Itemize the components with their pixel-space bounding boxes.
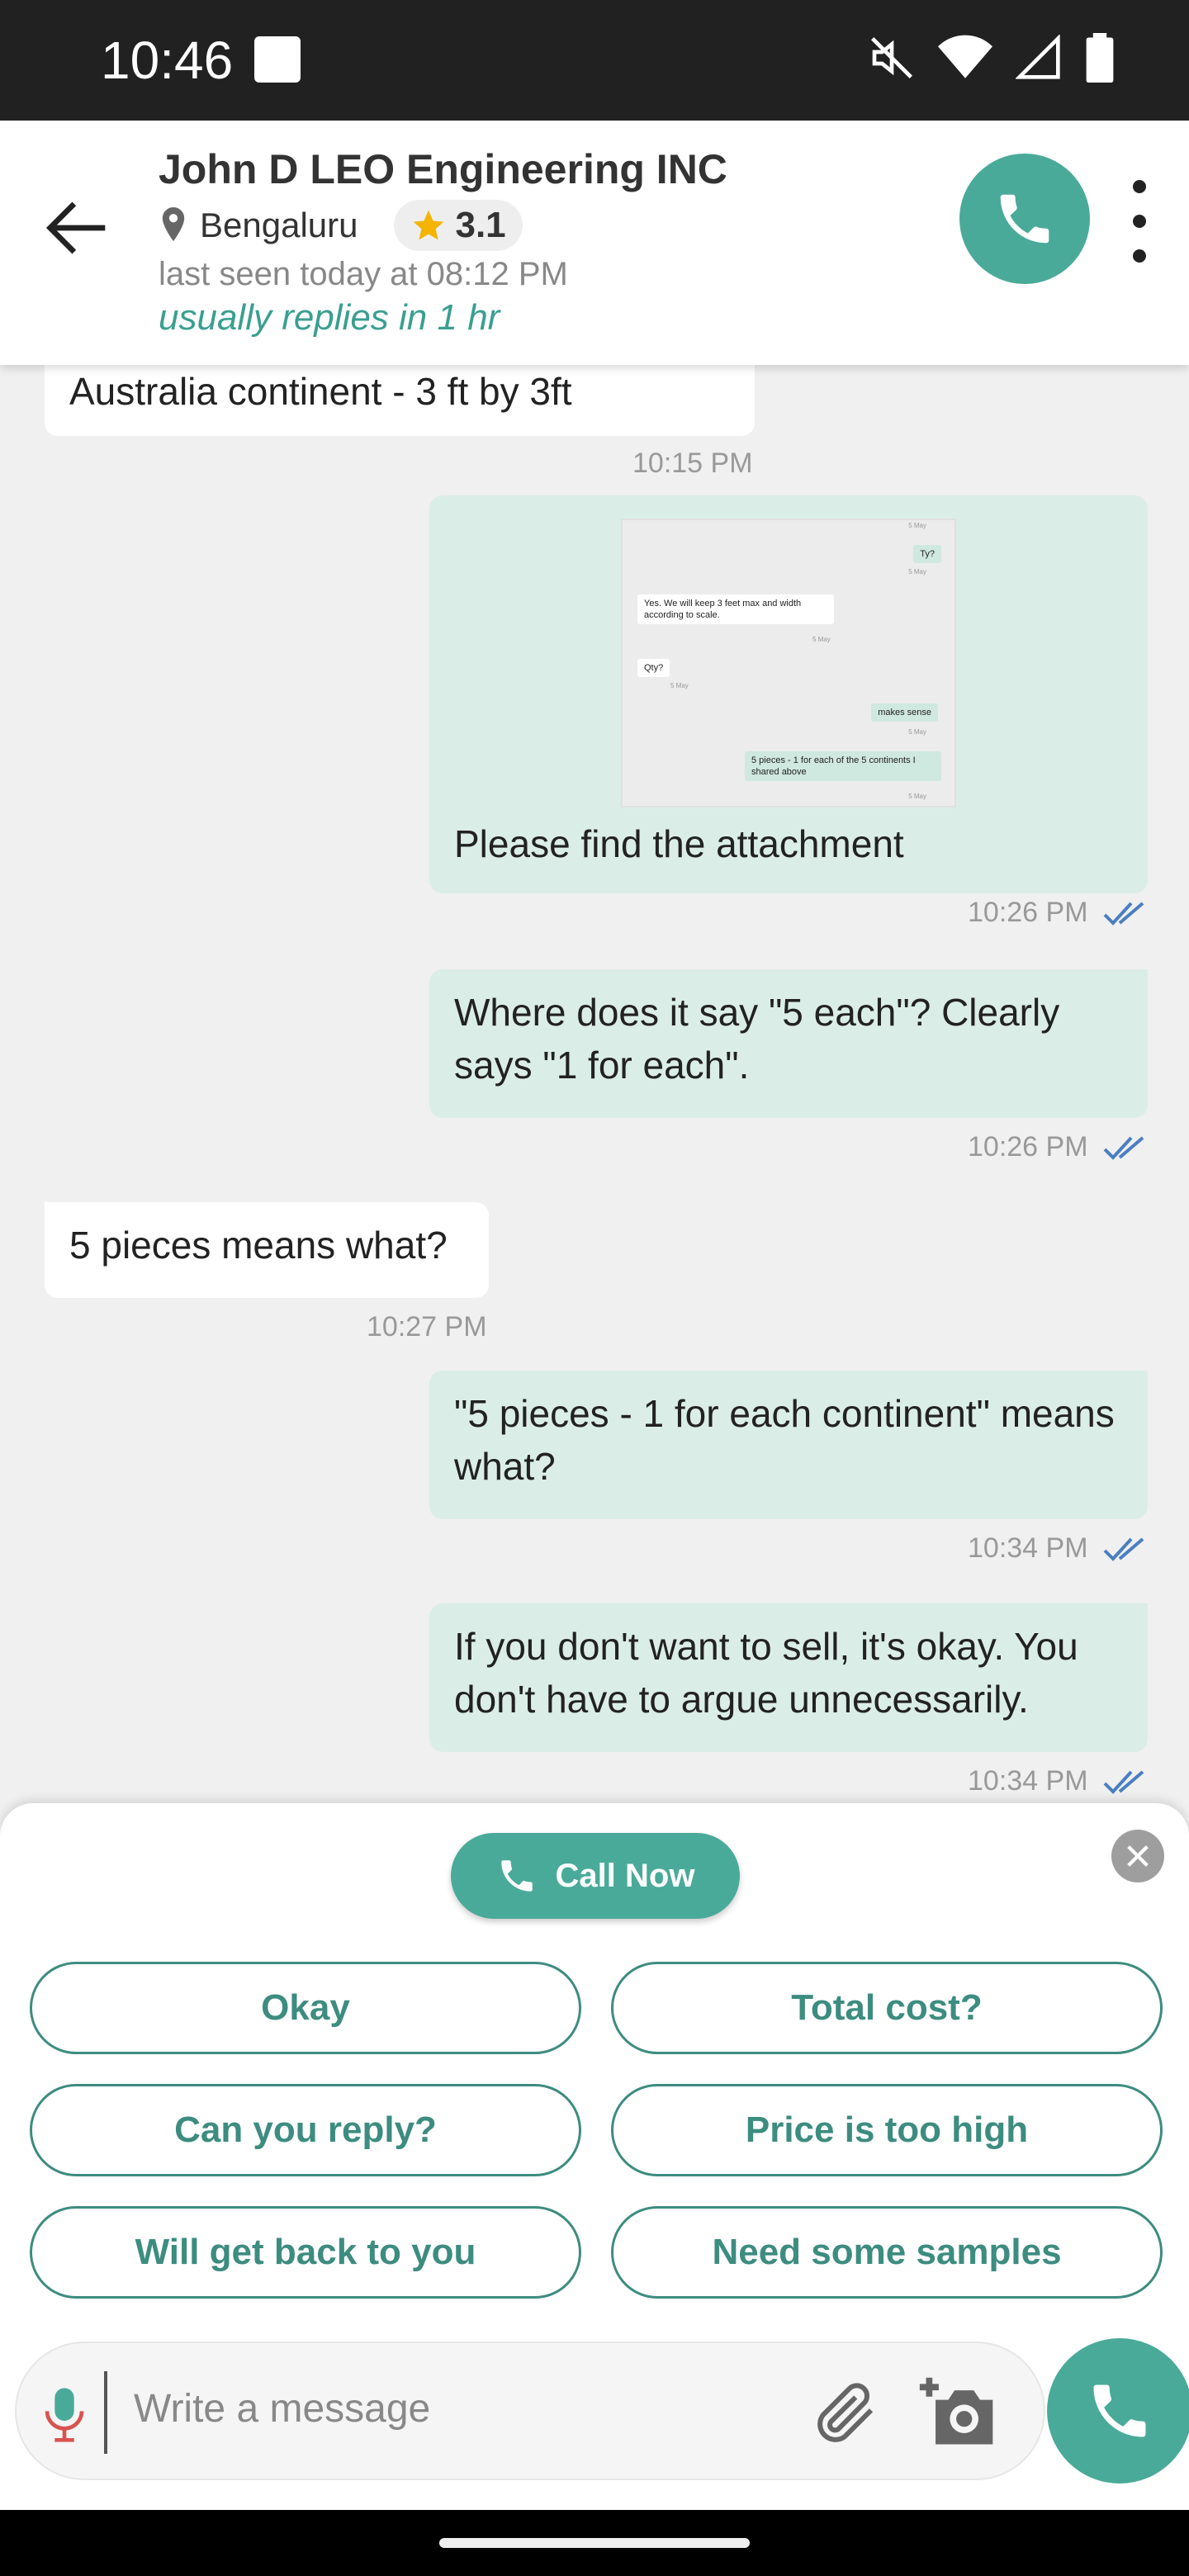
phone-icon [1093, 2384, 1146, 2437]
message-bubble[interactable]: Where does it say "5 each"? Clearly says… [429, 969, 1148, 1118]
quick-reply-chip[interactable]: Price is too high [611, 2084, 1163, 2176]
more-vert-icon[interactable] [1125, 180, 1154, 263]
read-ticks-icon [1103, 1136, 1144, 1160]
phone-icon [1000, 194, 1049, 244]
call-now-label: Call Now [555, 1857, 695, 1894]
message-bubble[interactable]: 5 pieces means what? [45, 1202, 489, 1298]
system-nav-bar [0, 2510, 1189, 2576]
message-bubble[interactable]: If you don't want to sell, it's okay. Yo… [429, 1603, 1148, 1752]
paperclip-icon[interactable] [809, 2376, 883, 2451]
thumb-time: 5 May [908, 568, 926, 575]
message-time: 10:26 PM [968, 897, 1088, 928]
thumb-message: Yes. We will keep 3 feet max and width a… [637, 594, 834, 624]
thumb-message: 5 pieces - 1 for each of the 5 continent… [745, 751, 941, 781]
message-text: Please find the attachment [454, 822, 904, 865]
message-text: Australia continent - 3 ft by 3ft [69, 370, 572, 413]
status-bar: 10:46 [0, 0, 1189, 121]
battery-icon [1086, 33, 1114, 83]
contact-name[interactable]: John D LEO Engineering INC [159, 145, 727, 193]
thumb-time: 5 May [908, 522, 926, 529]
message-text: 5 pieces means what? [69, 1224, 448, 1267]
status-time: 10:46 [101, 31, 234, 90]
call-now-button[interactable]: Call Now [451, 1833, 740, 1919]
read-ticks-icon [1103, 1770, 1144, 1794]
header-call-button[interactable] [959, 154, 1090, 284]
thumb-message: Ty? [913, 545, 941, 563]
message-input[interactable]: Write a message [134, 2386, 430, 2432]
message-text: "5 pieces - 1 for each continent" means … [454, 1392, 1115, 1488]
thumb-message: Qty? [637, 659, 670, 677]
back-button[interactable] [36, 187, 119, 269]
wifi-icon [938, 35, 992, 78]
thumb-message: makes sense [871, 703, 938, 722]
message-text: Where does it say "5 each"? Clearly says… [454, 991, 1060, 1087]
last-seen: last seen today at 08:12 PM [159, 256, 568, 292]
status-icons [869, 33, 1115, 83]
chat-header: John D LEO Engineering INC Bengaluru 3.1… [0, 121, 1189, 365]
quick-reply-chip[interactable]: Will get back to you [30, 2206, 581, 2299]
message-composer: Write a message [15, 2342, 1045, 2480]
quick-reply-chip[interactable]: Can you reply? [30, 2084, 581, 2176]
location-pin-icon [162, 207, 185, 242]
message-time: 10:27 PM [367, 1311, 487, 1342]
phone-icon [500, 1860, 533, 1892]
mute-icon [871, 37, 912, 78]
composer-divider [104, 2371, 107, 2454]
read-ticks-icon [1103, 902, 1144, 926]
composer-call-button[interactable] [1047, 2338, 1189, 2484]
star-icon [414, 210, 444, 240]
contact-location-row: Bengaluru 3.1 [159, 200, 523, 251]
message-time: 10:15 PM [632, 447, 753, 479]
quick-reply-chip[interactable]: Need some samples [611, 2206, 1163, 2299]
reply-time: usually replies in 1 hr [159, 297, 500, 338]
back-arrow-icon [45, 201, 106, 254]
quick-reply-chip[interactable]: Okay [30, 1962, 581, 2054]
thumb-time: 5 May [812, 636, 831, 643]
message-time: 10:26 PM [968, 1131, 1088, 1163]
rating-badge[interactable]: 3.1 [394, 200, 523, 251]
message-time: 10:34 PM [968, 1765, 1088, 1797]
thumb-time: 5 May [670, 682, 689, 689]
thumb-time: 5 May [908, 728, 926, 736]
add-camera-icon[interactable] [917, 2373, 999, 2452]
quick-reply-chip[interactable]: Total cost? [611, 1962, 1163, 2054]
rating-value: 3.1 [455, 205, 506, 245]
location-text: Bengaluru [200, 206, 358, 244]
thumb-time: 5 May [908, 793, 926, 800]
notification-icon [254, 36, 301, 83]
home-gesture-handle[interactable] [439, 2538, 750, 2548]
message-time: 10:34 PM [968, 1532, 1088, 1564]
close-button[interactable] [1111, 1830, 1164, 1882]
signal-icon [1016, 35, 1060, 79]
mic-icon[interactable] [41, 2386, 88, 2444]
close-icon [1127, 1845, 1149, 1867]
read-ticks-icon [1103, 1537, 1144, 1561]
message-text: If you don't want to sell, it's okay. Yo… [454, 1625, 1078, 1721]
message-bubble[interactable]: "5 pieces - 1 for each continent" means … [429, 1371, 1148, 1519]
attachment-thumbnail[interactable]: 5 May Ty? 5 May Yes. We will keep 3 feet… [621, 519, 956, 807]
